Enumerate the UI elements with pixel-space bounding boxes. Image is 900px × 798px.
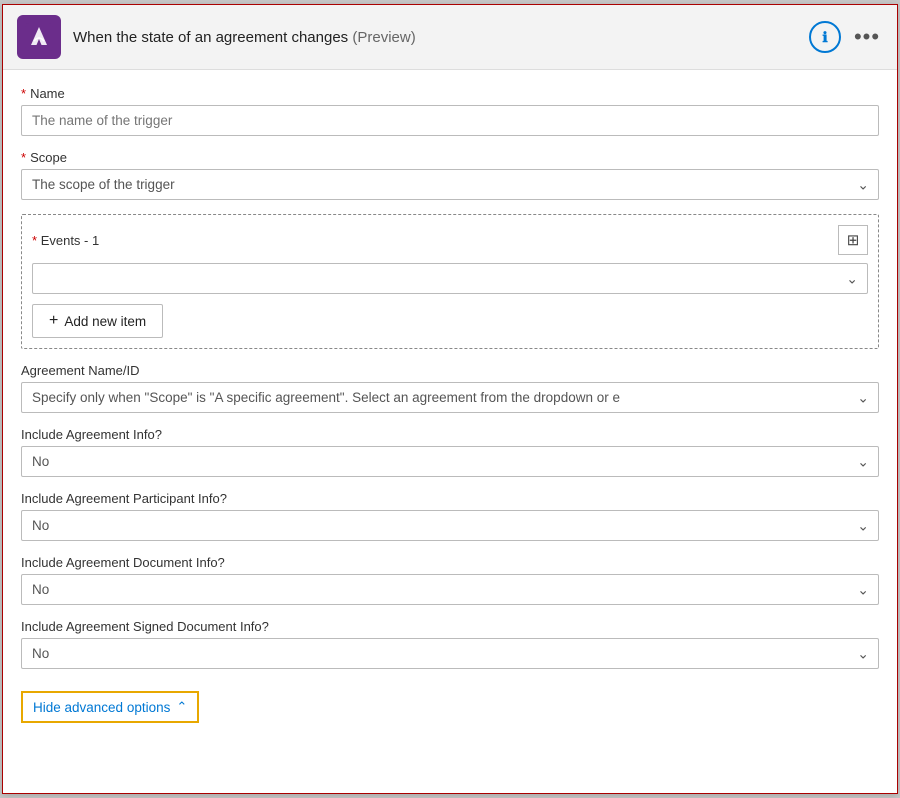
main-card: When the state of an agreement changes (… [2, 4, 898, 794]
hide-advanced-options-link[interactable]: Hide advanced options ⌃ [21, 691, 199, 723]
name-label: * Name [21, 86, 879, 101]
form-body: * Name * Scope The scope of the trigger … [3, 70, 897, 793]
plus-icon: + [49, 312, 58, 330]
include-agreement-info-field-group: Include Agreement Info? No ⌄ [21, 427, 879, 477]
agreement-name-select-wrapper: Specify only when "Scope" is "A specific… [21, 382, 879, 413]
scope-select-wrapper: The scope of the trigger ⌄ [21, 169, 879, 200]
include-signed-document-info-select[interactable]: No [21, 638, 879, 669]
agreement-name-label: Agreement Name/ID [21, 363, 879, 378]
grid-icon: ⊞ [847, 231, 860, 249]
title-text: When the state of an agreement changes [73, 29, 348, 46]
events-label: * Events - 1 [32, 233, 99, 248]
logo-icon [25, 23, 53, 51]
include-agreement-info-label-text: Include Agreement Info? [21, 427, 162, 442]
header: When the state of an agreement changes (… [3, 5, 897, 70]
include-document-info-field-group: Include Agreement Document Info? No ⌄ [21, 555, 879, 605]
events-select-row: ⌄ [32, 263, 868, 294]
scope-required-marker: * [21, 150, 26, 165]
preview-label: (Preview) [352, 29, 415, 46]
agreement-name-select[interactable]: Specify only when "Scope" is "A specific… [21, 382, 879, 413]
include-participant-info-field-group: Include Agreement Participant Info? No ⌄ [21, 491, 879, 541]
more-options-button[interactable]: ••• [851, 21, 883, 53]
include-signed-document-info-label-text: Include Agreement Signed Document Info? [21, 619, 269, 634]
chevron-up-icon: ⌃ [176, 699, 187, 715]
add-item-label: Add new item [64, 314, 146, 329]
events-label-text: Events - 1 [41, 233, 100, 248]
info-button[interactable]: ℹ [809, 21, 841, 53]
include-participant-info-select-wrapper: No ⌄ [21, 510, 879, 541]
include-document-info-select-wrapper: No ⌄ [21, 574, 879, 605]
scope-label: * Scope [21, 150, 879, 165]
events-required-marker: * [32, 233, 37, 248]
include-agreement-info-select[interactable]: No [21, 446, 879, 477]
scope-select[interactable]: The scope of the trigger [21, 169, 879, 200]
name-field-group: * Name [21, 86, 879, 136]
include-signed-document-info-label: Include Agreement Signed Document Info? [21, 619, 879, 634]
include-agreement-info-label: Include Agreement Info? [21, 427, 879, 442]
name-required-marker: * [21, 86, 26, 101]
include-document-info-label-text: Include Agreement Document Info? [21, 555, 225, 570]
include-document-info-label: Include Agreement Document Info? [21, 555, 879, 570]
include-participant-info-select[interactable]: No [21, 510, 879, 541]
header-title: When the state of an agreement changes (… [73, 29, 797, 46]
name-label-text: Name [30, 86, 65, 101]
include-document-info-select[interactable]: No [21, 574, 879, 605]
include-participant-info-label: Include Agreement Participant Info? [21, 491, 879, 506]
agreement-name-label-text: Agreement Name/ID [21, 363, 140, 378]
events-count: 1 [92, 233, 99, 248]
footer-section: Hide advanced options ⌃ [21, 683, 879, 723]
events-grid-button[interactable]: ⊞ [838, 225, 868, 255]
scope-field-group: * Scope The scope of the trigger ⌄ [21, 150, 879, 200]
include-agreement-info-select-wrapper: No ⌄ [21, 446, 879, 477]
include-signed-document-info-field-group: Include Agreement Signed Document Info? … [21, 619, 879, 669]
agreement-name-field-group: Agreement Name/ID Specify only when "Sco… [21, 363, 879, 413]
events-select[interactable] [32, 263, 868, 294]
events-header: * Events - 1 ⊞ [32, 225, 868, 255]
include-signed-document-info-select-wrapper: No ⌄ [21, 638, 879, 669]
events-select-wrapper: ⌄ [32, 263, 868, 294]
include-participant-info-label-text: Include Agreement Participant Info? [21, 491, 227, 506]
add-new-item-button[interactable]: + Add new item [32, 304, 163, 338]
header-actions: ℹ ••• [809, 21, 883, 53]
events-section: * Events - 1 ⊞ ⌄ + Add new item [21, 214, 879, 349]
hide-advanced-label: Hide advanced options [33, 700, 170, 715]
app-logo [17, 15, 61, 59]
name-input[interactable] [21, 105, 879, 136]
scope-label-text: Scope [30, 150, 67, 165]
